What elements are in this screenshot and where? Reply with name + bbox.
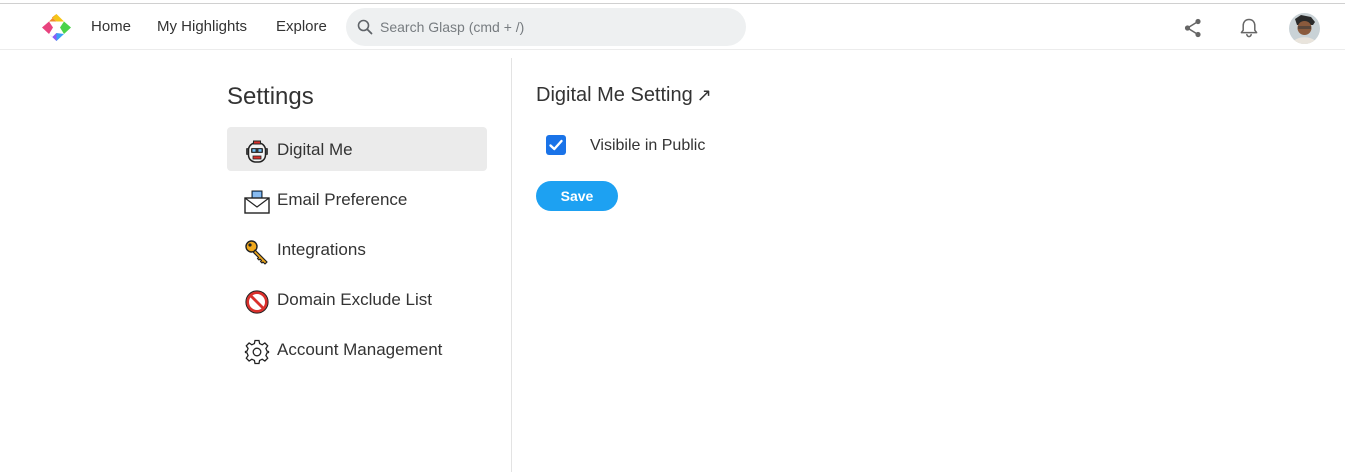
sidebar-item-integrations[interactable]: Integrations bbox=[227, 227, 487, 271]
sidebar-item-digital-me[interactable]: Digital Me bbox=[227, 127, 487, 171]
save-button[interactable]: Save bbox=[536, 181, 618, 211]
share-icon[interactable] bbox=[1182, 17, 1204, 39]
sidebar-item-label: Integrations bbox=[277, 240, 366, 259]
search-bar[interactable] bbox=[346, 8, 746, 46]
sidebar-item-label: Account Management bbox=[277, 340, 443, 359]
avatar[interactable] bbox=[1289, 13, 1320, 44]
section-title[interactable]: Digital Me Setting ↗ bbox=[536, 84, 712, 107]
sidebar-item-email-preference[interactable]: Email Preference bbox=[227, 177, 487, 221]
nav-my-highlights-link[interactable]: My Highlights bbox=[157, 18, 247, 35]
sidebar-item-label: Domain Exclude List bbox=[277, 290, 432, 309]
prohibited-icon bbox=[245, 290, 269, 314]
gear-icon bbox=[244, 339, 270, 365]
sidebar-item-label: Digital Me bbox=[277, 140, 353, 159]
visible-in-public-label: Visibile in Public bbox=[590, 137, 706, 154]
avatar-image bbox=[1289, 13, 1320, 44]
nav-home-link[interactable]: Home bbox=[91, 18, 131, 35]
checkmark-icon bbox=[549, 139, 563, 151]
visible-in-public-checkbox[interactable] bbox=[546, 135, 566, 155]
search-input[interactable] bbox=[378, 8, 733, 46]
robot-icon bbox=[246, 140, 268, 163]
key-icon bbox=[245, 240, 268, 265]
external-link-icon: ↗ bbox=[696, 85, 712, 105]
envelope-icon bbox=[244, 190, 270, 214]
settings-title: Settings bbox=[227, 83, 314, 110]
nav-explore-link[interactable]: Explore bbox=[276, 18, 327, 35]
sidebar-item-account-management[interactable]: Account Management bbox=[227, 327, 487, 371]
vertical-divider bbox=[511, 58, 512, 472]
search-icon bbox=[357, 19, 373, 35]
sidebar-item-domain-exclude-list[interactable]: Domain Exclude List bbox=[227, 277, 487, 321]
sidebar-item-label: Email Preference bbox=[277, 190, 408, 209]
bell-icon[interactable] bbox=[1238, 17, 1260, 39]
section-title-text: Digital Me Setting bbox=[536, 84, 693, 106]
top-navbar: Home My Highlights Explore bbox=[0, 4, 1345, 50]
glasp-logo-icon[interactable] bbox=[41, 13, 72, 42]
